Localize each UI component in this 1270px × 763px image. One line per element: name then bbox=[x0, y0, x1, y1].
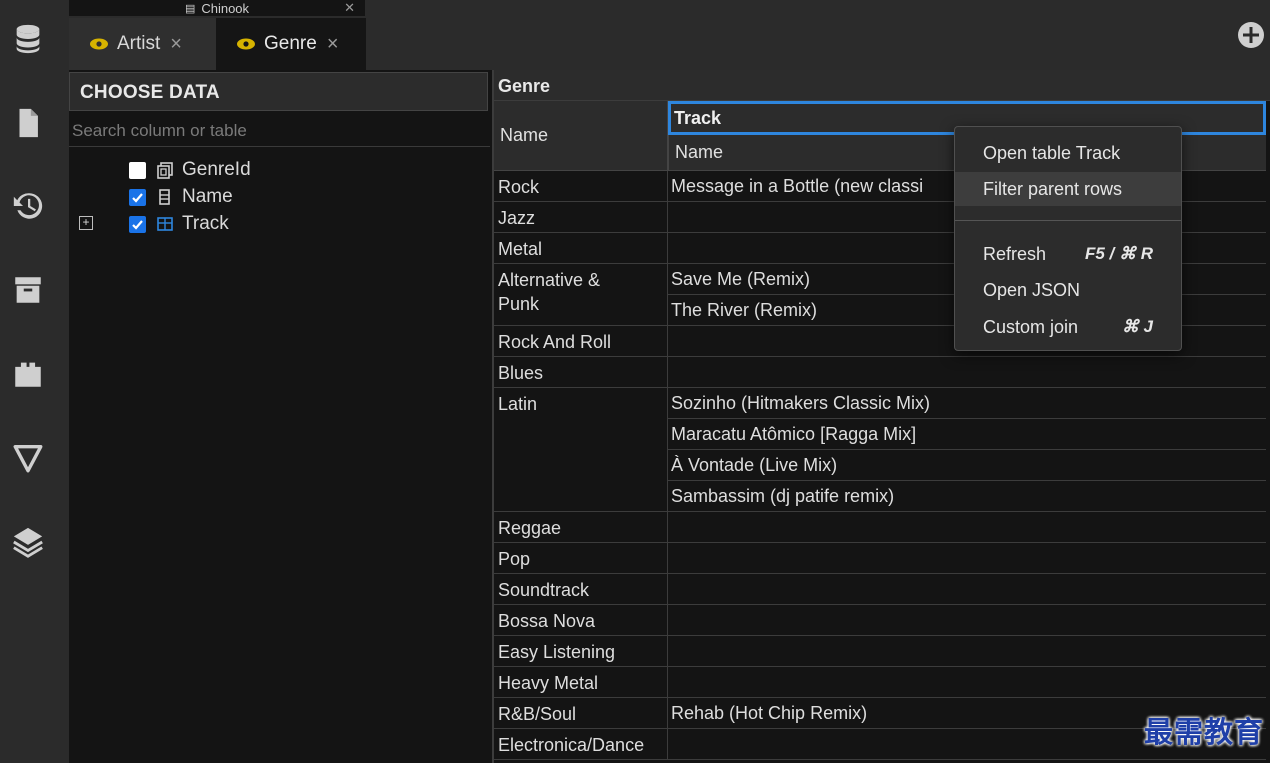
context-menu: Open table Track Filter parent rows Refr… bbox=[954, 126, 1182, 351]
menu-item-label: Custom join bbox=[983, 316, 1079, 337]
track-name-cell[interactable] bbox=[668, 636, 1266, 667]
shortcut-label: ⌘ J bbox=[1121, 317, 1153, 336]
genre-cell[interactable]: Metal bbox=[494, 233, 668, 264]
menu-item-open-json[interactable]: Open JSON bbox=[955, 273, 1181, 307]
tree-item-label: Name bbox=[182, 186, 233, 207]
sidebar-rail bbox=[0, 0, 69, 763]
menu-item-refresh[interactable]: Refresh F5 / ⌘ R bbox=[955, 237, 1181, 271]
checkbox[interactable] bbox=[129, 188, 146, 206]
track-name-cell[interactable]: Sambassim (dj patife remix) bbox=[668, 481, 1266, 512]
menu-item-filter-parent[interactable]: Filter parent rows bbox=[955, 172, 1181, 206]
genre-cell[interactable]: Pop bbox=[494, 543, 668, 574]
genre-cell[interactable]: Alternative & Punk bbox=[494, 264, 668, 326]
close-icon[interactable]: × bbox=[327, 33, 339, 56]
add-tab-icon[interactable] bbox=[1236, 20, 1266, 50]
genre-cell[interactable]: Electronica/Dance bbox=[494, 729, 668, 760]
menu-item-open-table[interactable]: Open table Track bbox=[955, 136, 1181, 170]
track-name-cell[interactable]: À Vontade (Live Mix) bbox=[668, 450, 1266, 481]
genre-cell[interactable]: Rock bbox=[494, 171, 668, 202]
genre-cell[interactable]: Easy Listening bbox=[494, 636, 668, 667]
genre-cell[interactable]: Jazz bbox=[494, 202, 668, 233]
choose-data-header: CHOOSE DATA bbox=[69, 72, 488, 111]
track-name-cell[interactable] bbox=[668, 667, 1266, 698]
layers-icon[interactable] bbox=[9, 523, 47, 561]
choose-data-panel: CHOOSE DATA Search column or table Genre… bbox=[69, 70, 492, 763]
connection-name: Chinook bbox=[201, 0, 250, 16]
watermark: 最需教育 bbox=[1143, 715, 1264, 749]
track-name-cell[interactable] bbox=[668, 574, 1266, 605]
file-icon[interactable] bbox=[9, 104, 47, 142]
tab-genre[interactable]: Genre × bbox=[216, 18, 366, 70]
history-icon[interactable] bbox=[9, 187, 47, 225]
filter-icon[interactable] bbox=[9, 439, 47, 477]
genre-cell[interactable]: Bossa Nova bbox=[494, 605, 668, 636]
table-icon bbox=[156, 215, 174, 233]
genre-cell[interactable]: R&B/Soul bbox=[494, 698, 668, 729]
checkbox[interactable] bbox=[129, 215, 146, 233]
archive-icon[interactable] bbox=[9, 271, 47, 309]
close-icon[interactable]: ✕ bbox=[344, 0, 355, 16]
genre-cell[interactable]: Latin bbox=[494, 388, 668, 512]
tab-artist[interactable]: Artist × bbox=[69, 18, 216, 70]
checkbox[interactable] bbox=[129, 161, 146, 179]
menu-item-label: Refresh bbox=[983, 243, 1047, 264]
tree-item-label: GenreId bbox=[182, 159, 251, 180]
tree-item-label: Track bbox=[182, 213, 229, 234]
tree-item-track[interactable]: Track bbox=[129, 211, 229, 237]
column-header-name[interactable]: Name bbox=[494, 101, 668, 171]
menu-item-label: Open table Track bbox=[983, 142, 1121, 163]
tab-label: Artist bbox=[117, 33, 161, 54]
tab-label: Genre bbox=[264, 33, 317, 54]
key-column-icon bbox=[156, 161, 174, 179]
menu-item-custom-join[interactable]: Custom join ⌘ J bbox=[955, 310, 1181, 344]
shortcut-label: F5 / ⌘ R bbox=[1084, 244, 1153, 263]
table-title: Genre bbox=[494, 70, 1270, 101]
track-name-cell[interactable] bbox=[668, 605, 1266, 636]
track-name-cell[interactable] bbox=[668, 357, 1266, 388]
database-mini-icon: ▤ bbox=[184, 2, 196, 15]
genre-cell[interactable]: Reggae bbox=[494, 512, 668, 543]
genre-cell[interactable]: Heavy Metal bbox=[494, 667, 668, 698]
menu-separator bbox=[955, 220, 1181, 221]
search-input[interactable]: Search column or table bbox=[69, 115, 490, 147]
tree-item-name[interactable]: Name bbox=[129, 184, 233, 210]
eye-icon bbox=[237, 38, 255, 50]
track-name-cell[interactable]: Maracatu Atômico [Ragga Mix] bbox=[668, 419, 1266, 450]
database-icon[interactable] bbox=[9, 20, 47, 58]
tree-item-genreid[interactable]: GenreId bbox=[129, 157, 251, 183]
genre-cell[interactable]: Blues bbox=[494, 357, 668, 388]
connection-tab[interactable]: ▤ Chinook ✕ bbox=[69, 0, 365, 16]
track-name-cell[interactable] bbox=[668, 543, 1266, 574]
menu-item-label: Filter parent rows bbox=[983, 178, 1123, 199]
eye-icon bbox=[90, 38, 108, 50]
genre-cell[interactable]: Soundtrack bbox=[494, 574, 668, 605]
track-name-cell[interactable]: Sozinho (Hitmakers Classic Mix) bbox=[668, 388, 1266, 419]
genre-cell[interactable]: Rock And Roll bbox=[494, 326, 668, 357]
track-name-cell[interactable] bbox=[668, 512, 1266, 543]
column-icon bbox=[156, 188, 174, 206]
plugin-icon[interactable] bbox=[9, 355, 47, 393]
close-icon[interactable]: × bbox=[170, 33, 182, 56]
menu-item-label: Open JSON bbox=[983, 279, 1081, 300]
expand-icon[interactable]: + bbox=[79, 216, 93, 230]
